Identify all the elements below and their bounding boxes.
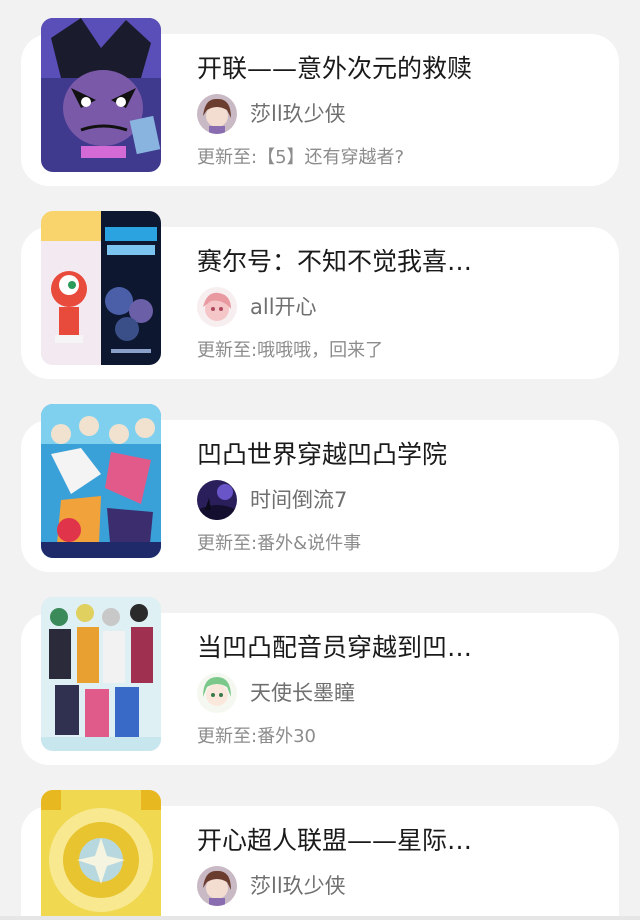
author-name[interactable]: 时间倒流7 — [250, 487, 347, 513]
divider — [0, 916, 640, 920]
pink-character-avatar-icon[interactable] — [197, 287, 237, 327]
update-prefix: 更新至: — [197, 726, 258, 747]
author-row[interactable]: 时间倒流7 — [197, 480, 347, 520]
story-title[interactable]: 开联——意外次元的救赎 — [197, 54, 497, 84]
story-title[interactable]: 当凹凸配音员穿越到凹… — [197, 633, 497, 663]
author-row[interactable]: 天使长墨瞳 — [197, 673, 355, 713]
author-row[interactable]: 莎ll玖少侠 — [197, 94, 346, 134]
author-row[interactable]: 莎ll玖少侠 — [197, 866, 346, 906]
update-prefix: 更新至: — [197, 533, 258, 554]
story-card[interactable]: 开联——意外次元的救赎 莎ll玖少侠 更新至:【5】还有穿越者? — [21, 18, 619, 186]
update-status: 更新至:哦哦哦，回来了 — [197, 339, 383, 363]
girl-avatar-icon[interactable] — [197, 94, 237, 134]
story-title[interactable]: 凹凸世界穿越凹凸学院 — [197, 440, 497, 470]
golden-emblem-cover-icon[interactable] — [41, 790, 161, 920]
story-card[interactable]: 当凹凸配音员穿越到凹… 天使长墨瞳 更新至:番外30 — [21, 597, 619, 765]
story-list: 开联——意外次元的救赎 莎ll玖少侠 更新至:【5】还有穿越者? 赛尔号：不知不… — [0, 0, 640, 920]
update-prefix: 更新至: — [197, 340, 258, 361]
crowd-anime-cover-icon[interactable] — [41, 597, 161, 751]
seer-robot-cover-icon[interactable] — [41, 211, 161, 365]
update-chapter: 番外&说件事 — [257, 533, 362, 554]
author-name[interactable]: 天使长墨瞳 — [250, 680, 355, 706]
story-card[interactable]: 凹凸世界穿越凹凸学院 时间倒流7 更新至:番外&说件事 — [21, 404, 619, 572]
update-chapter: 番外30 — [257, 726, 316, 747]
story-title[interactable]: 开心超人联盟——星际… — [197, 826, 497, 856]
story-card[interactable]: 开心超人联盟——星际… 莎ll玖少侠 — [21, 790, 619, 920]
girl-avatar-icon[interactable] — [197, 866, 237, 906]
update-status: 更新至:番外&说件事 — [197, 532, 361, 556]
update-status: 更新至:番外30 — [197, 725, 316, 749]
author-row[interactable]: all开心 — [197, 287, 317, 327]
story-card[interactable]: 赛尔号：不知不觉我喜… all开心 更新至:哦哦哦，回来了 — [21, 211, 619, 379]
update-chapter: 哦哦哦，回来了 — [257, 340, 384, 361]
update-status: 更新至:【5】还有穿越者? — [197, 146, 404, 170]
update-prefix: 更新至: — [197, 147, 258, 168]
night-scene-avatar-icon[interactable] — [197, 480, 237, 520]
green-hair-avatar-icon[interactable] — [197, 673, 237, 713]
author-name[interactable]: 莎ll玖少侠 — [250, 873, 346, 899]
group-anime-cover-icon[interactable] — [41, 404, 161, 558]
author-name[interactable]: all开心 — [250, 294, 317, 320]
story-title[interactable]: 赛尔号：不知不觉我喜… — [197, 247, 497, 277]
author-name[interactable]: 莎ll玖少侠 — [250, 101, 346, 127]
purple-character-cover-icon[interactable] — [41, 18, 161, 172]
update-chapter: 【5】还有穿越者? — [257, 147, 405, 168]
